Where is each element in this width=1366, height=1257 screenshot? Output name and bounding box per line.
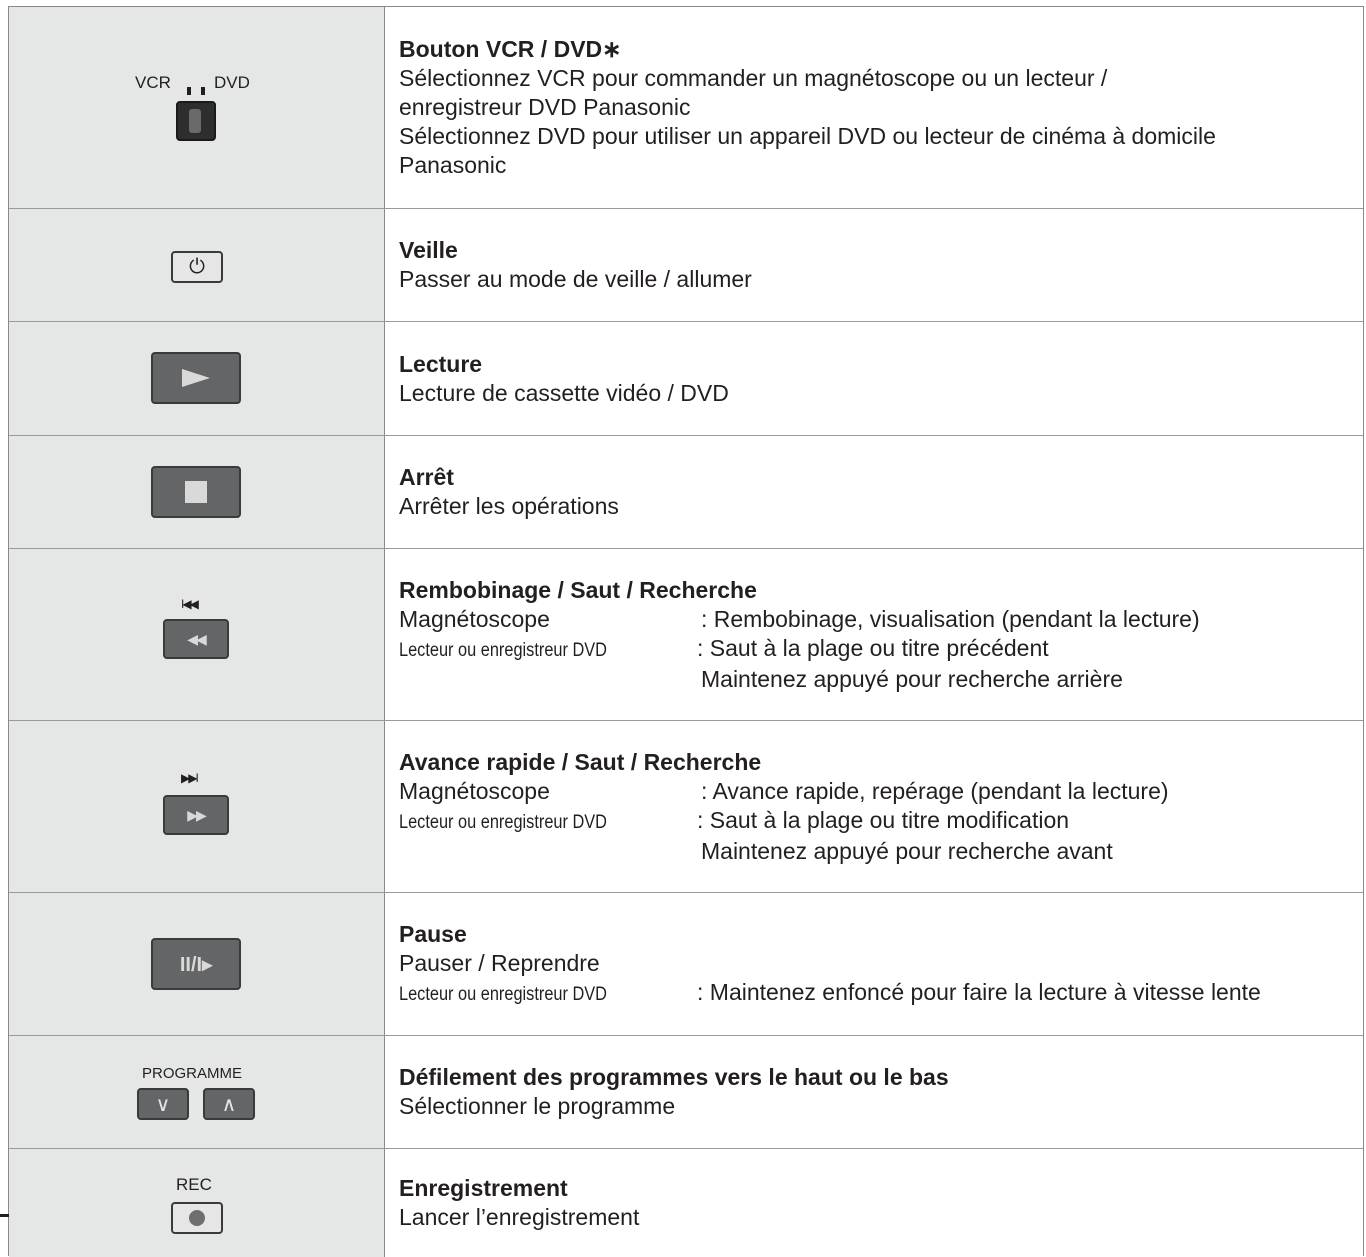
row-title: Lecture	[399, 350, 483, 377]
description-line: Pauser / Reprendre	[399, 949, 600, 976]
record-icon	[189, 1210, 205, 1226]
row-title: Enregistrement	[399, 1175, 568, 1201]
description-cell: Lecture Lecture de cassette vidéo / DVD	[385, 322, 1363, 435]
icon-cell: PROGRAMME ∨ ∧	[9, 1036, 385, 1148]
description-line: Sélectionnez VCR pour commander un magné…	[399, 65, 1108, 91]
rec-label: REC	[176, 1175, 212, 1194]
chevron-up-icon: ∧	[221, 1093, 237, 1116]
row-title: Pause	[399, 920, 467, 947]
table-row: REC Enregistrement Lancer l’enregistreme…	[9, 1149, 1363, 1257]
description-pair: Magnétoscope : Avance rapide, repérage (…	[399, 777, 1363, 806]
description-cell: Veille Passer au mode de veille / allume…	[385, 209, 1363, 321]
remote-buttons-table: VCR DVD Bouton VCR / DVD∗ Sélectionnez V…	[8, 6, 1364, 1257]
pair-label: Lecteur ou enregistreur DVD	[399, 811, 607, 833]
play-icon	[182, 369, 210, 387]
icon-cell	[9, 322, 385, 435]
stop-icon	[185, 481, 207, 503]
description-cell: Pause Pauser / Reprendre Lecteur ou enre…	[385, 893, 1363, 1035]
description-cell: Rembobinage / Saut / Recherche Magnétosc…	[385, 549, 1363, 720]
pause-slow-icon: II/I▸	[179, 953, 213, 976]
vcr-label: VCR	[135, 73, 171, 92]
play-button[interactable]	[151, 352, 241, 404]
switch-tick-right	[201, 87, 205, 95]
icon-cell: I◀◀ ◀◀	[9, 549, 385, 720]
pair-value: : Avance rapide, repérage (pendant la le…	[701, 777, 1169, 804]
table-row: VCR DVD Bouton VCR / DVD∗ Sélectionnez V…	[9, 7, 1363, 209]
row-title: Avance rapide / Saut / Recherche	[399, 748, 762, 775]
description-line: Passer au mode de veille / allumer	[399, 266, 752, 292]
rewind-button[interactable]: ◀◀	[163, 619, 229, 659]
row-title: Bouton VCR / DVD∗	[399, 36, 622, 62]
description-line: Panasonic	[399, 152, 507, 178]
pair-label: Lecteur ou enregistreur DVD	[399, 983, 607, 1005]
stop-button[interactable]	[151, 466, 241, 518]
table-row: ⏻ Veille Passer au mode de veille / allu…	[9, 209, 1363, 322]
icon-cell: REC	[9, 1149, 385, 1257]
table-row: Lecture Lecture de cassette vidéo / DVD	[9, 322, 1363, 436]
description-line: Lecture de cassette vidéo / DVD	[399, 379, 729, 406]
description-cell: Avance rapide / Saut / Recherche Magnéto…	[385, 721, 1363, 892]
page-edge-mark	[0, 1214, 9, 1217]
pair-label: Lecteur ou enregistreur DVD	[399, 639, 607, 661]
table-row: I◀◀ ◀◀ Rembobinage / Saut / Recherche Ma…	[9, 549, 1363, 721]
description-line: Maintenez appuyé pour recherche avant	[701, 837, 1113, 864]
description-cell: Défilement des programmes vers le haut o…	[385, 1036, 1363, 1148]
switch-tick-left	[187, 87, 191, 95]
pair-value: : Maintenez enfoncé pour faire la lectur…	[697, 978, 1261, 1005]
icon-cell	[9, 436, 385, 548]
vcr-dvd-switch-icon[interactable]	[176, 101, 216, 141]
table-row: PROGRAMME ∨ ∧ Défilement des programmes …	[9, 1036, 1363, 1149]
description-cell: Enregistrement Lancer l’enregistrement	[385, 1149, 1363, 1257]
pair-value: : Rembobinage, visualisation (pendant la…	[701, 605, 1200, 632]
pair-label: Magnétoscope	[399, 777, 550, 804]
programme-up-button[interactable]: ∧	[203, 1088, 255, 1120]
description-cell: Bouton VCR / DVD∗ Sélectionnez VCR pour …	[385, 7, 1363, 208]
description-line: Arrêter les opérations	[399, 493, 619, 519]
power-button[interactable]: ⏻	[171, 251, 223, 283]
skip-previous-icon: I◀◀	[181, 597, 199, 611]
description-line: Sélectionner le programme	[399, 1093, 676, 1119]
description-line: enregistreur DVD Panasonic	[399, 94, 691, 120]
description-line: Sélectionnez DVD pour utiliser un appare…	[399, 123, 1216, 149]
programme-label: PROGRAMME	[142, 1065, 243, 1082]
row-title: Défilement des programmes vers le haut o…	[399, 1064, 949, 1090]
description-line: Maintenez appuyé pour recherche arrière	[701, 665, 1123, 692]
dvd-label: DVD	[214, 73, 250, 92]
icon-cell: ▶▶I ▶▶	[9, 721, 385, 892]
row-title: Veille	[399, 237, 458, 263]
table-row: ▶▶I ▶▶ Avance rapide / Saut / Recherche …	[9, 721, 1363, 893]
skip-next-icon: ▶▶I	[181, 771, 199, 785]
table-row: II/I▸ Pause Pauser / Reprendre Lecteur o…	[9, 893, 1363, 1036]
description-pair: Lecteur ou enregistreur DVD : Saut à la …	[399, 806, 1363, 837]
pair-value: : Saut à la plage ou titre modification	[697, 806, 1070, 833]
description-pair: Lecteur ou enregistreur DVD : Saut à la …	[399, 634, 1363, 665]
power-icon: ⏻	[189, 255, 205, 278]
icon-cell: VCR DVD	[9, 7, 385, 208]
rewind-icon: ◀◀	[187, 630, 206, 647]
pause-button[interactable]: II/I▸	[151, 938, 241, 990]
description-pair: Lecteur ou enregistreur DVD : Maintenez …	[399, 978, 1363, 1009]
chevron-down-icon: ∨	[155, 1093, 171, 1116]
row-title: Rembobinage / Saut / Recherche	[399, 576, 757, 603]
fast-forward-icon: ▶▶	[187, 806, 206, 823]
description-cell: Arrêt Arrêter les opérations	[385, 436, 1363, 548]
row-title: Arrêt	[399, 464, 454, 490]
pair-value: : Saut à la plage ou titre précédent	[697, 634, 1049, 661]
programme-down-button[interactable]: ∨	[137, 1088, 189, 1120]
description-pair: Magnétoscope : Rembobinage, visualisatio…	[399, 605, 1363, 634]
table-row: Arrêt Arrêter les opérations	[9, 436, 1363, 549]
record-button[interactable]	[171, 1202, 223, 1234]
icon-cell: II/I▸	[9, 893, 385, 1035]
fast-forward-button[interactable]: ▶▶	[163, 795, 229, 835]
description-line: Lancer l’enregistrement	[399, 1204, 640, 1230]
icon-cell: ⏻	[9, 209, 385, 321]
pair-label: Magnétoscope	[399, 605, 550, 632]
